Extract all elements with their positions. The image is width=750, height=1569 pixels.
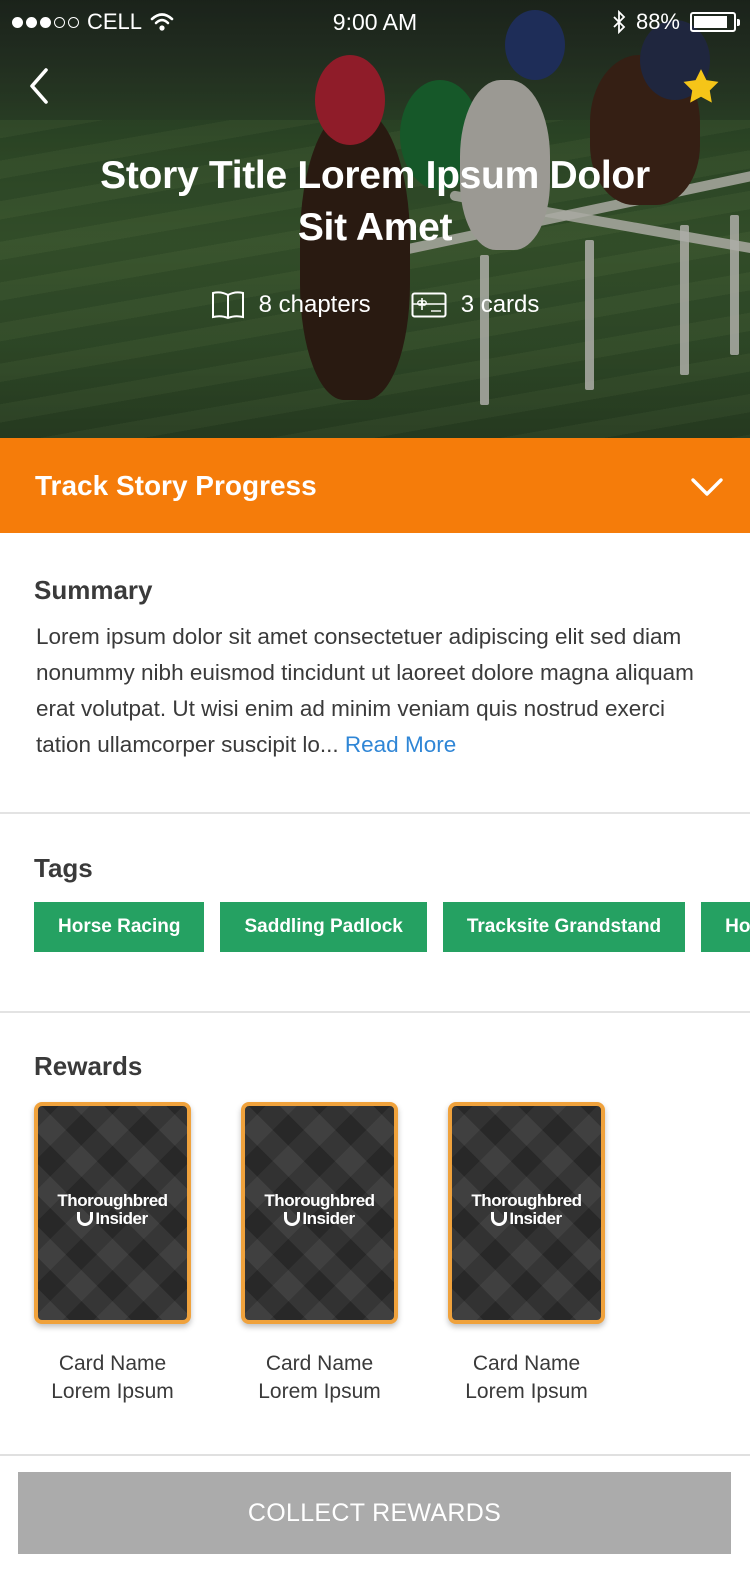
status-right: 88% bbox=[612, 9, 740, 35]
chevron-down-icon bbox=[691, 478, 723, 496]
summary-text: Lorem ipsum dolor sit amet consectetuer … bbox=[36, 619, 726, 763]
summary-heading: Summary bbox=[34, 575, 153, 605]
reward-card-name: Card Name Lorem Ipsum bbox=[51, 1352, 174, 1403]
status-bar: CELL 9:00 AM 88% bbox=[0, 0, 750, 44]
cards-label: 3 cards bbox=[460, 291, 540, 318]
reward-card[interactable]: Thoroughbred Insider bbox=[241, 1102, 398, 1324]
read-more-link[interactable]: Read More bbox=[345, 732, 456, 757]
tags-list: Horse Racing Saddling Padlock Tracksite … bbox=[34, 902, 750, 952]
section-divider bbox=[0, 812, 750, 814]
story-title: Story Title Lorem Ipsum Dolor Sit Amet bbox=[100, 154, 650, 249]
reward-item[interactable]: Thoroughbred Insider Card Name Lorem Ips… bbox=[241, 1102, 398, 1406]
section-divider bbox=[0, 1011, 750, 1013]
collect-rewards-button[interactable]: COLLECT REWARDS bbox=[18, 1472, 731, 1554]
story-meta: 8 chapters 3 cards bbox=[0, 290, 750, 320]
rewards-list: Thoroughbred Insider Card Name Lorem Ips… bbox=[34, 1102, 605, 1406]
bluetooth-icon bbox=[613, 10, 626, 34]
reward-card[interactable]: Thoroughbred Insider bbox=[448, 1102, 605, 1324]
track-progress-toggle[interactable]: Track Story Progress bbox=[0, 438, 750, 533]
battery-icon bbox=[690, 12, 740, 32]
chevron-left-icon bbox=[30, 68, 48, 104]
reward-item[interactable]: Thoroughbred Insider Card Name Lorem Ips… bbox=[34, 1102, 191, 1406]
tag-chip[interactable]: Saddling Padlock bbox=[220, 902, 427, 952]
back-button[interactable] bbox=[24, 64, 60, 108]
reward-item[interactable]: Thoroughbred Insider Card Name Lorem Ips… bbox=[448, 1102, 605, 1406]
star-icon bbox=[683, 69, 719, 103]
tag-chip[interactable]: Tracksite Grandstand bbox=[442, 902, 686, 952]
thoroughbred-insider-logo: Thoroughbred Insider bbox=[471, 1191, 582, 1228]
chapters-count: 8 chapters bbox=[211, 290, 371, 320]
track-progress-label: Track Story Progress bbox=[35, 469, 317, 501]
book-icon bbox=[211, 291, 244, 320]
tag-chip[interactable]: Horse bbox=[701, 902, 750, 952]
thoroughbred-insider-logo: Thoroughbred Insider bbox=[264, 1191, 375, 1228]
reward-card-name: Card Name Lorem Ipsum bbox=[465, 1352, 588, 1403]
tags-heading: Tags bbox=[34, 853, 93, 883]
reward-card[interactable]: Thoroughbred Insider bbox=[34, 1102, 191, 1324]
gift-card-icon bbox=[411, 292, 447, 318]
thoroughbred-insider-logo: Thoroughbred Insider bbox=[57, 1191, 168, 1228]
chapters-label: 8 chapters bbox=[258, 291, 371, 318]
footer-bar: COLLECT REWARDS bbox=[0, 1454, 750, 1569]
rewards-heading: Rewards bbox=[34, 1051, 143, 1081]
cards-count: 3 cards bbox=[411, 290, 540, 320]
hero-banner: CELL 9:00 AM 88% Story Title Lorem Ipsum… bbox=[0, 0, 750, 438]
favorite-button[interactable] bbox=[680, 66, 722, 108]
tag-chip[interactable]: Horse Racing bbox=[34, 902, 205, 952]
reward-card-name: Card Name Lorem Ipsum bbox=[258, 1352, 381, 1403]
battery-percent: 88% bbox=[635, 9, 680, 34]
